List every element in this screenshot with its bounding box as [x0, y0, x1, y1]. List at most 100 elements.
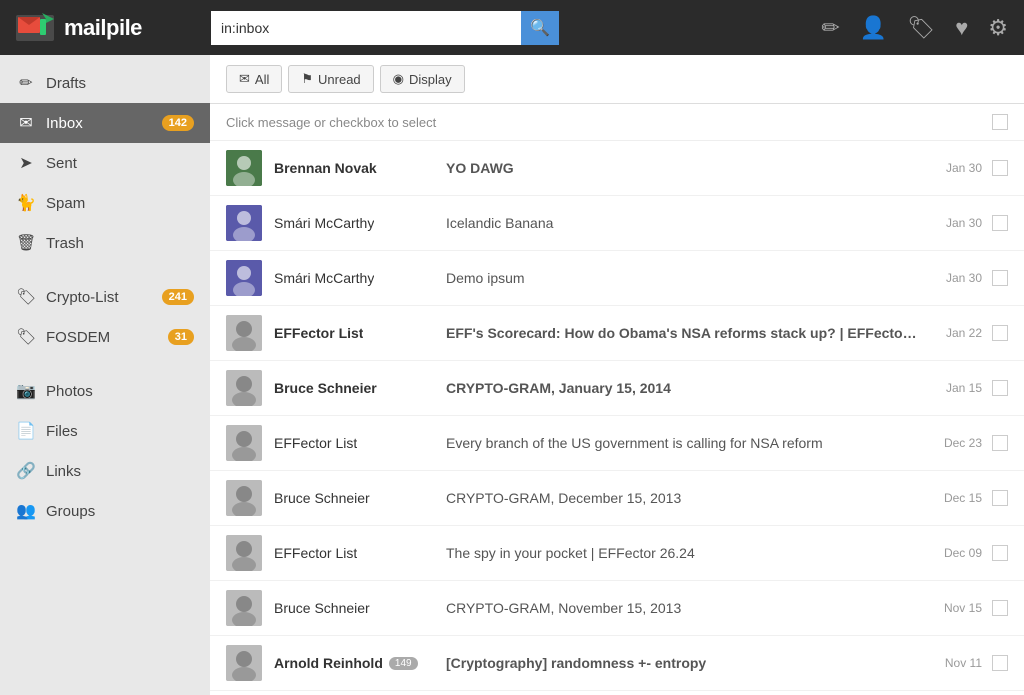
- sidebar-item-sent[interactable]: ➤ Sent: [0, 143, 210, 183]
- sidebar-item-label: Crypto-List: [46, 289, 156, 306]
- compose-icon[interactable]: ✏: [821, 15, 839, 41]
- drafts-icon: ✏: [16, 73, 36, 93]
- sender-name: EFFector List: [274, 325, 363, 341]
- sidebar-item-label: FOSDEM: [46, 329, 162, 346]
- sidebar: ✏ Drafts ✉ Inbox 142 ➤ Sent 🐈 Spam 🗑 Tra…: [0, 55, 210, 695]
- sender-name: Bruce Schneier: [274, 490, 370, 506]
- avatar: [226, 590, 262, 626]
- email-checkbox[interactable]: [992, 325, 1008, 341]
- email-row[interactable]: Arnold Reinhold149[Cryptography] randomn…: [210, 636, 1024, 691]
- email-date: Dec 15: [932, 491, 982, 505]
- inbox-icon: ✉: [16, 113, 36, 133]
- logo-text: mailpile: [64, 15, 142, 41]
- email-subject: Every branch of the US government is cal…: [434, 435, 932, 451]
- all-button[interactable]: ✉ All: [226, 65, 282, 93]
- select-hint-text: Click message or checkbox to select: [226, 115, 436, 130]
- sender-column: EFFector List: [274, 325, 434, 341]
- sender-name: Bruce Schneier: [274, 600, 370, 616]
- sender-name: Smári McCarthy: [274, 270, 374, 286]
- groups-icon: 👥: [16, 501, 36, 521]
- avatar: [226, 535, 262, 571]
- email-row[interactable]: Bruce Schneier CRYPTO-GRAM, December 15, …: [210, 471, 1024, 526]
- avatar: [226, 205, 262, 241]
- email-checkbox[interactable]: [992, 160, 1008, 176]
- inbox-badge: 142: [162, 115, 194, 131]
- email-subject: YO DAWG: [434, 160, 932, 176]
- email-subject: CRYPTO-GRAM, January 15, 2014: [434, 380, 932, 396]
- email-date: Dec 23: [932, 436, 982, 450]
- content-area: ✉ All ⚑ Unread ◉ Display Click message o…: [210, 55, 1024, 695]
- email-row[interactable]: EFFector ListWe don't need a fake fix to…: [210, 691, 1024, 695]
- sidebar-item-fosdem[interactable]: 🏷 FOSDEM 31: [0, 317, 210, 357]
- sidebar-item-drafts[interactable]: ✏ Drafts: [0, 63, 210, 103]
- sender-name: EFFector List: [274, 435, 357, 451]
- email-date: Jan 15: [932, 381, 982, 395]
- email-checkbox[interactable]: [992, 380, 1008, 396]
- avatar: [226, 260, 262, 296]
- email-checkbox[interactable]: [992, 545, 1008, 561]
- sidebar-item-label: Groups: [46, 503, 194, 520]
- email-row[interactable]: Bruce Schneier CRYPTO-GRAM, January 15, 2…: [210, 361, 1024, 416]
- trash-icon: 🗑: [16, 233, 36, 253]
- sender-name: Bruce Schneier: [274, 380, 377, 396]
- sidebar-item-crypto-list[interactable]: 🏷 Crypto-List 241: [0, 277, 210, 317]
- spam-icon: 🐈: [16, 193, 36, 213]
- sidebar-item-label: Trash: [46, 235, 194, 252]
- email-row[interactable]: Smári McCarthyDemo ipsumJan 30: [210, 251, 1024, 306]
- unread-button[interactable]: ⚑ Unread: [288, 65, 373, 93]
- search-input[interactable]: [211, 11, 521, 45]
- sender-column: EFFector List: [274, 545, 434, 561]
- sidebar-item-photos[interactable]: 📷 Photos: [0, 371, 210, 411]
- email-checkbox[interactable]: [992, 655, 1008, 671]
- mailpile-logo: [16, 11, 56, 45]
- email-row[interactable]: EFFector List Every branch of the US gove…: [210, 416, 1024, 471]
- favorites-icon[interactable]: ♥: [955, 15, 968, 41]
- sidebar-item-trash[interactable]: 🗑 Trash: [0, 223, 210, 263]
- email-date: Dec 09: [932, 546, 982, 560]
- search-area[interactable]: 🔍: [211, 11, 591, 45]
- sidebar-item-links[interactable]: 🔗 Links: [0, 451, 210, 491]
- search-button[interactable]: 🔍: [521, 11, 559, 45]
- avatar: [226, 645, 262, 681]
- sender-column: EFFector List: [274, 435, 434, 451]
- avatar: [226, 370, 262, 406]
- email-row[interactable]: Smári McCarthyIcelandic BananaJan 30: [210, 196, 1024, 251]
- email-row[interactable]: EFFector ListThe spy in your pocket | EF…: [210, 526, 1024, 581]
- sidebar-item-label: Photos: [46, 383, 194, 400]
- email-checkbox[interactable]: [992, 435, 1008, 451]
- sender-column: Smári McCarthy: [274, 270, 434, 286]
- select-all-checkbox[interactable]: [992, 114, 1008, 130]
- email-subject: CRYPTO-GRAM, December 15, 2013: [434, 490, 932, 506]
- email-row[interactable]: Brennan NovakYO DAWGJan 30: [210, 141, 1024, 196]
- display-label: Display: [409, 72, 452, 87]
- email-row[interactable]: Bruce Schneier CRYPTO-GRAM, November 15, …: [210, 581, 1024, 636]
- select-hint: Click message or checkbox to select: [210, 104, 1024, 141]
- sender-column: Bruce Schneier: [274, 490, 434, 506]
- display-button[interactable]: ◉ Display: [380, 65, 465, 93]
- sidebar-item-label: Links: [46, 463, 194, 480]
- tags-icon[interactable]: 🏷: [907, 15, 935, 41]
- sidebar-item-groups[interactable]: 👥 Groups: [0, 491, 210, 531]
- files-icon: 📄: [16, 421, 36, 441]
- email-checkbox[interactable]: [992, 490, 1008, 506]
- sidebar-item-spam[interactable]: 🐈 Spam: [0, 183, 210, 223]
- sidebar-item-files[interactable]: 📄 Files: [0, 411, 210, 451]
- sidebar-item-label: Spam: [46, 195, 194, 212]
- email-row[interactable]: EFFector ListEFF's Scorecard: How do Oba…: [210, 306, 1024, 361]
- sidebar-item-label: Drafts: [46, 75, 194, 92]
- sidebar-item-inbox[interactable]: ✉ Inbox 142: [0, 103, 210, 143]
- email-date: Nov 11: [932, 656, 982, 670]
- sidebar-item-label: Sent: [46, 155, 194, 172]
- email-checkbox[interactable]: [992, 270, 1008, 286]
- email-subject: CRYPTO-GRAM, November 15, 2013: [434, 600, 932, 616]
- sidebar-item-label: Files: [46, 423, 194, 440]
- main-layout: ✏ Drafts ✉ Inbox 142 ➤ Sent 🐈 Spam 🗑 Tra…: [0, 55, 1024, 695]
- email-date: Jan 30: [932, 271, 982, 285]
- settings-icon[interactable]: ⚙: [988, 15, 1008, 41]
- sender-badge: 149: [389, 657, 418, 670]
- contacts-icon[interactable]: 👤: [860, 15, 887, 41]
- sender-column: Bruce Schneier: [274, 380, 434, 396]
- email-checkbox[interactable]: [992, 215, 1008, 231]
- email-checkbox[interactable]: [992, 600, 1008, 616]
- email-subject: [Cryptography] randomness +- entropy: [434, 655, 932, 671]
